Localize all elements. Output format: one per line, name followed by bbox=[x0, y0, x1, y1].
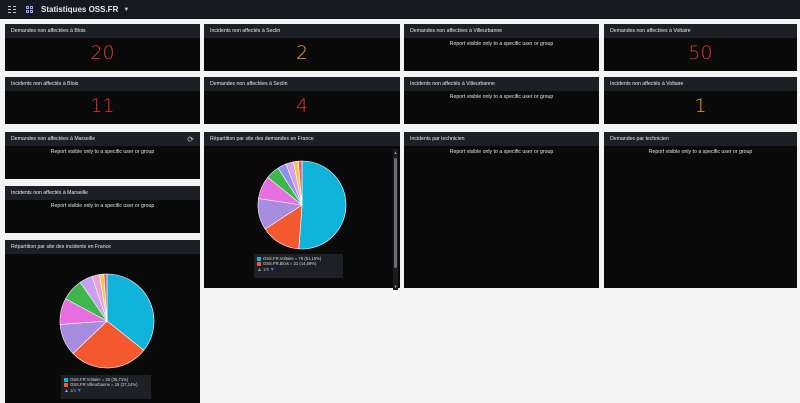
legend-label: OSS.FR.Villeurbanne = 19 (27,14%) bbox=[70, 382, 138, 387]
refresh-icon[interactable]: ⟳ bbox=[187, 135, 194, 144]
card-title: Demandes non affectées à Blois bbox=[5, 24, 200, 38]
card-title: Incidents par technicien bbox=[404, 132, 599, 146]
card-title: Incidents non affectés à Marseille bbox=[5, 186, 200, 200]
demandes-pie-chart[interactable] bbox=[204, 146, 390, 264]
restricted-message: Report visible only to a specific user o… bbox=[50, 203, 155, 209]
legend-swatch bbox=[257, 256, 261, 261]
legend-item[interactable]: OSS.FR.Villeurbanne = 19 (27,14%) bbox=[64, 382, 148, 387]
count-value: 11 bbox=[90, 95, 115, 117]
card-incidents-chart[interactable]: Répartition par site des incidents en Fr… bbox=[5, 240, 200, 403]
count-value: 2 bbox=[295, 42, 309, 64]
page-down-icon[interactable]: ▼ bbox=[77, 388, 82, 394]
card-title: Demandes non affectées à Marseille bbox=[5, 132, 200, 146]
card-title: Incidents non affectés à Blois bbox=[5, 77, 200, 91]
legend-swatch bbox=[64, 382, 68, 387]
card-title: Demandes non affectées à Villeurbanne bbox=[404, 24, 599, 38]
card-incidents-seclin[interactable]: Incidents non affectés à Seclin 2 bbox=[204, 24, 400, 71]
restricted-message: Report visible only to a specific user o… bbox=[449, 149, 554, 155]
card-title: Demandes par technicien bbox=[604, 132, 797, 146]
scrollbar[interactable]: ▲ ▼ bbox=[393, 149, 398, 290]
card-demandes-villeurbanne[interactable]: Demandes non affectées à Villeurbanne Re… bbox=[404, 24, 599, 71]
card-demandes-chart[interactable]: Répartition par site des demandes en Fra… bbox=[204, 132, 400, 290]
legend-swatch bbox=[64, 377, 68, 382]
legend-swatch bbox=[257, 261, 261, 266]
card-title: Incidents non affectés à Seclin bbox=[204, 24, 400, 38]
card-title: Répartition par site des demandes en Fra… bbox=[204, 132, 400, 146]
card-demandes-blois[interactable]: Demandes non affectées à Blois 20 bbox=[5, 24, 200, 71]
scrollbar-thumb[interactable] bbox=[394, 158, 397, 268]
card-incidents-villeurbanne[interactable]: Incidents non affectés à Villeurbanne Re… bbox=[404, 77, 599, 124]
restricted-message: Report visible only to a specific user o… bbox=[449, 41, 554, 47]
chart-legend: OSS.FR.Voltaire = 25 (35,71%) OSS.FR.Vil… bbox=[61, 375, 151, 399]
card-title: Répartition par site des incidents en Fr… bbox=[5, 240, 200, 254]
card-incidents-par-technicien[interactable]: Incidents par technicien Report visible … bbox=[404, 132, 599, 288]
card-incidents-blois[interactable]: Incidents non affectés à Blois 11 bbox=[5, 77, 200, 124]
card-title: Incidents non affectés à Voltaire bbox=[604, 77, 797, 91]
legend-label: OSS.FR.Blois = 21 (14,69%) bbox=[263, 261, 317, 266]
legend-page: 1/4 bbox=[69, 388, 76, 393]
card-demandes-seclin[interactable]: Demandes non affectées à Seclin 4 bbox=[204, 77, 400, 124]
card-title: Demandes non affectées à Voltaire bbox=[604, 24, 797, 38]
top-bar: Statistiques OSS.FR ▼ bbox=[0, 0, 800, 19]
menu-icon[interactable] bbox=[8, 5, 16, 14]
dashboard-icon bbox=[26, 5, 34, 14]
scroll-up-icon[interactable]: ▲ bbox=[393, 150, 398, 155]
restricted-message: Report visible only to a specific user o… bbox=[648, 149, 753, 155]
card-incidents-marseille[interactable]: Incidents non affectés à Marseille Repor… bbox=[5, 186, 200, 233]
scroll-down-icon[interactable]: ▼ bbox=[393, 284, 398, 289]
legend-pager: ▲ 1/9 ▼ bbox=[257, 266, 340, 273]
count-value: 1 bbox=[694, 95, 707, 117]
pie-slice-0[interactable] bbox=[298, 160, 347, 250]
count-value: 4 bbox=[295, 95, 309, 117]
count-value: 50 bbox=[688, 42, 713, 64]
card-title: Incidents non affectés à Villeurbanne bbox=[404, 77, 599, 91]
card-incidents-voltaire[interactable]: Incidents non affectés à Voltaire 1 bbox=[604, 77, 797, 124]
chevron-down-icon[interactable]: ▼ bbox=[123, 7, 129, 13]
count-value: 20 bbox=[90, 42, 115, 64]
page-down-icon[interactable]: ▼ bbox=[270, 267, 275, 273]
page-up-icon[interactable]: ▲ bbox=[64, 388, 69, 394]
legend-pager: ▲ 1/4 ▼ bbox=[64, 387, 148, 394]
card-demandes-marseille[interactable]: Demandes non affectées à Marseille ⟳ Rep… bbox=[5, 132, 200, 179]
restricted-message: Report visible only to a specific user o… bbox=[449, 94, 554, 100]
dashboard-title[interactable]: Statistiques OSS.FR bbox=[41, 5, 118, 14]
card-title: Demandes non affectées à Seclin bbox=[204, 77, 400, 91]
card-demandes-voltaire[interactable]: Demandes non affectées à Voltaire 50 bbox=[604, 24, 797, 71]
restricted-message: Report visible only to a specific user o… bbox=[50, 149, 155, 155]
dashboard-area: Demandes non affectées à Blois 20 Incide… bbox=[0, 19, 800, 403]
chart-legend: OSS.FR.Voltaire = 76 (51,15%) OSS.FR.Blo… bbox=[254, 254, 343, 278]
legend-page: 1/9 bbox=[262, 267, 269, 272]
card-demandes-par-technicien[interactable]: Demandes par technicien Report visible o… bbox=[604, 132, 797, 288]
page-up-icon[interactable]: ▲ bbox=[257, 267, 262, 273]
